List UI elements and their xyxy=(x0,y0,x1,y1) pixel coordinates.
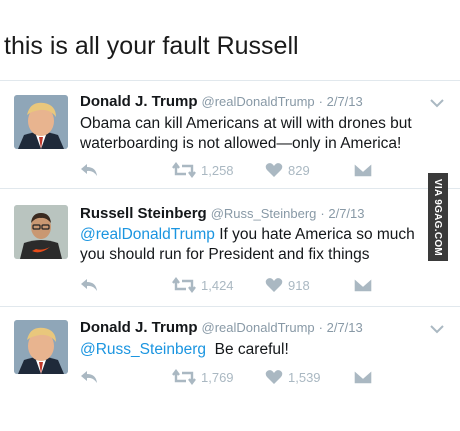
tweet-text: @realDonaldTrump If you hate America so … xyxy=(80,225,425,265)
meme-caption: this is all your fault Russell xyxy=(4,32,299,60)
tweet-card: Donald J. Trump @realDonaldTrump · 2/7/13 … xyxy=(0,80,460,189)
retweet-count: 1,424 xyxy=(201,277,234,293)
tweet-text: @Russ_Steinberg Be careful! xyxy=(80,340,445,360)
like-button[interactable]: 918 xyxy=(265,277,310,293)
chevron-down-icon[interactable] xyxy=(430,324,444,334)
like-button[interactable]: 829 xyxy=(265,162,310,178)
author-handle[interactable]: @realDonaldTrump xyxy=(202,94,315,109)
like-count: 829 xyxy=(288,162,310,178)
author-handle[interactable]: @realDonaldTrump xyxy=(202,320,315,335)
direct-message-icon xyxy=(353,277,373,293)
reply-button[interactable] xyxy=(80,162,98,178)
trump-avatar-icon xyxy=(14,95,68,149)
retweet-icon xyxy=(172,162,196,178)
heart-icon xyxy=(265,370,283,384)
tweet-header: Donald J. Trump @realDonaldTrump · 2/7/13 xyxy=(80,93,363,110)
author-name[interactable]: Donald J. Trump xyxy=(80,93,198,110)
trump-avatar-icon xyxy=(14,320,68,374)
tweet-date[interactable]: · 2/7/13 xyxy=(319,94,363,109)
retweet-icon xyxy=(172,369,196,385)
tweet-actions: 1,258 829 xyxy=(80,162,420,182)
tweet-header: Donald J. Trump @realDonaldTrump · 2/7/13 xyxy=(80,319,363,336)
chevron-down-icon[interactable] xyxy=(430,98,444,108)
reply-button[interactable] xyxy=(80,277,98,293)
mention-link[interactable]: @realDonaldTrump xyxy=(80,226,215,243)
retweet-count: 1,769 xyxy=(201,369,234,385)
like-count: 1,539 xyxy=(288,369,321,385)
tweet-actions: 1,769 1,539 xyxy=(80,369,420,389)
retweet-count: 1,258 xyxy=(201,162,234,178)
reply-icon xyxy=(81,279,97,291)
reply-icon xyxy=(81,371,97,383)
watermark: VIA 9GAG.COM xyxy=(428,173,448,261)
avatar[interactable] xyxy=(14,95,68,149)
retweet-button[interactable]: 1,258 xyxy=(172,162,234,178)
direct-message-icon xyxy=(353,369,373,385)
heart-icon xyxy=(265,163,283,177)
message-button[interactable] xyxy=(353,369,373,385)
tweet-actions: 1,424 918 xyxy=(80,277,420,297)
watermark-text: VIA 9GAG.COM xyxy=(432,178,444,256)
like-button[interactable]: 1,539 xyxy=(265,369,321,385)
heart-icon xyxy=(265,278,283,292)
avatar[interactable] xyxy=(14,205,68,259)
author-handle[interactable]: @Russ_Steinberg xyxy=(211,206,317,221)
tweet-body: Obama can kill Americans at will with dr… xyxy=(80,115,412,152)
direct-message-icon xyxy=(353,162,373,178)
message-button[interactable] xyxy=(353,162,373,178)
tweet-card: Donald J. Trump @realDonaldTrump · 2/7/13 … xyxy=(0,306,460,397)
tweet-date[interactable]: · 2/7/13 xyxy=(320,206,364,221)
tweet-card: Russell Steinberg @Russ_Steinberg · 2/7/13… xyxy=(0,188,460,307)
retweet-button[interactable]: 1,424 xyxy=(172,277,234,293)
reply-icon xyxy=(81,164,97,176)
reply-button[interactable] xyxy=(80,369,98,385)
retweet-icon xyxy=(172,277,196,293)
message-button[interactable] xyxy=(353,277,373,293)
retweet-button[interactable]: 1,769 xyxy=(172,369,234,385)
mention-link[interactable]: @Russ_Steinberg xyxy=(80,341,206,358)
tweet-text: Obama can kill Americans at will with dr… xyxy=(80,114,445,154)
author-name[interactable]: Russell Steinberg xyxy=(80,205,207,222)
tweet-body: Be careful! xyxy=(214,341,289,358)
russell-avatar-icon xyxy=(14,205,68,259)
tweet-header: Russell Steinberg @Russ_Steinberg · 2/7/13 xyxy=(80,205,365,222)
avatar[interactable] xyxy=(14,320,68,374)
tweet-date[interactable]: · 2/7/13 xyxy=(319,320,363,335)
author-name[interactable]: Donald J. Trump xyxy=(80,319,198,336)
like-count: 918 xyxy=(288,277,310,293)
